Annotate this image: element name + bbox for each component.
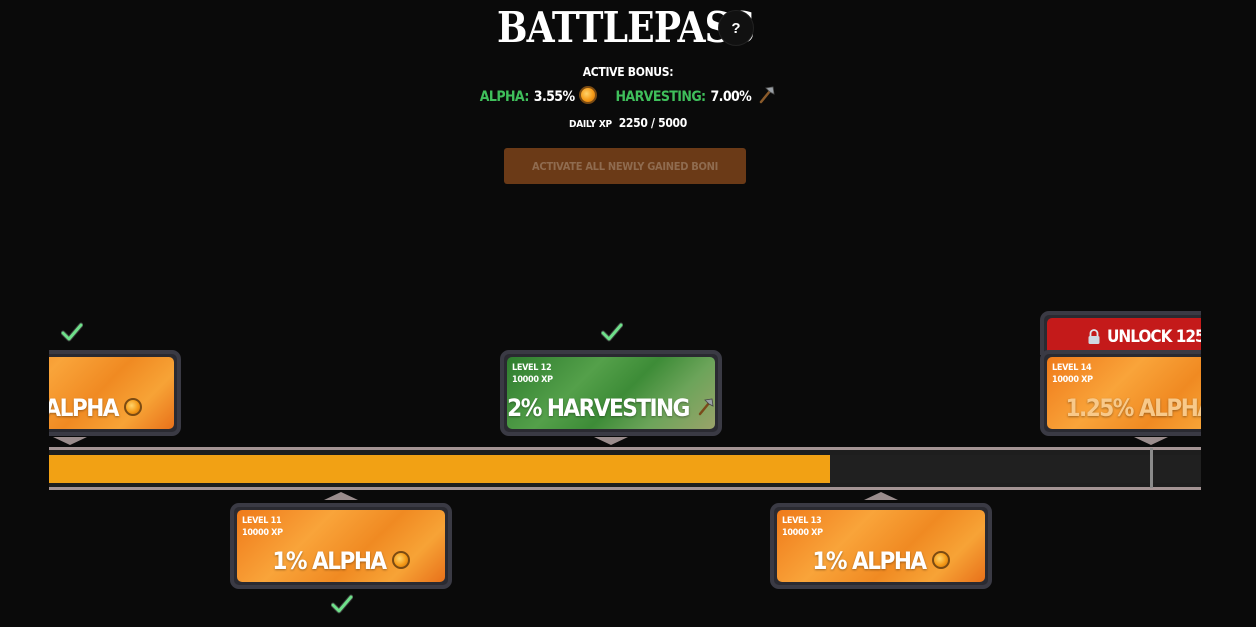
unlock-label: UNLOCK 125: [1107, 326, 1201, 347]
card-xp: 10000 XP: [512, 375, 553, 385]
reward-card-level-13[interactable]: LEVEL 13 10000 XP 1% ALPHA: [770, 503, 992, 589]
reward-card-level-14[interactable]: LEVEL 14 10000 XP 1.25% ALPHA: [1040, 350, 1201, 436]
reward-card-level-12[interactable]: LEVEL 12 10000 XP 2% HARVESTING: [500, 350, 722, 436]
orange-icon: [124, 398, 142, 416]
lock-icon: [1088, 328, 1100, 344]
card-pointer: [53, 437, 87, 445]
card-level: LEVEL 14: [1052, 363, 1092, 373]
claimed-check-icon: [61, 322, 83, 342]
card-xp: 10000 XP: [242, 528, 283, 538]
reward-label: 1% ALPHA: [272, 547, 387, 575]
card-xp: 10000 XP: [782, 528, 823, 538]
reward-label: 2% HARVESTING: [507, 394, 690, 422]
level-marker: [1150, 448, 1153, 488]
card-pointer: [324, 492, 358, 500]
orange-icon: [931, 551, 950, 569]
axe-icon: [698, 398, 714, 416]
claimed-check-icon: [331, 594, 353, 614]
battlepass-timeline[interactable]: ALPHA LEVEL 11 10000 XP 1% ALPHA LEVEL 1…: [49, 0, 1201, 627]
card-level: LEVEL 12: [512, 363, 552, 373]
card-level: LEVEL 13: [782, 516, 822, 526]
reward-label: ALPHA: [49, 394, 119, 422]
card-pointer: [864, 492, 898, 500]
card-xp: 10000 XP: [1052, 375, 1093, 385]
reward-card-level-10[interactable]: ALPHA: [49, 350, 181, 436]
card-pointer: [594, 437, 628, 445]
reward-label: 1.25% ALPHA: [1065, 394, 1201, 422]
reward-card-level-11[interactable]: LEVEL 11 10000 XP 1% ALPHA: [230, 503, 452, 589]
reward-label: 1% ALPHA: [812, 547, 927, 575]
claimed-check-icon: [601, 322, 623, 342]
unlock-button[interactable]: UNLOCK 125: [1040, 311, 1201, 355]
card-pointer: [1134, 437, 1168, 445]
progress-fill: [49, 455, 830, 483]
orange-icon: [391, 551, 410, 569]
card-level: LEVEL 11: [242, 516, 282, 526]
